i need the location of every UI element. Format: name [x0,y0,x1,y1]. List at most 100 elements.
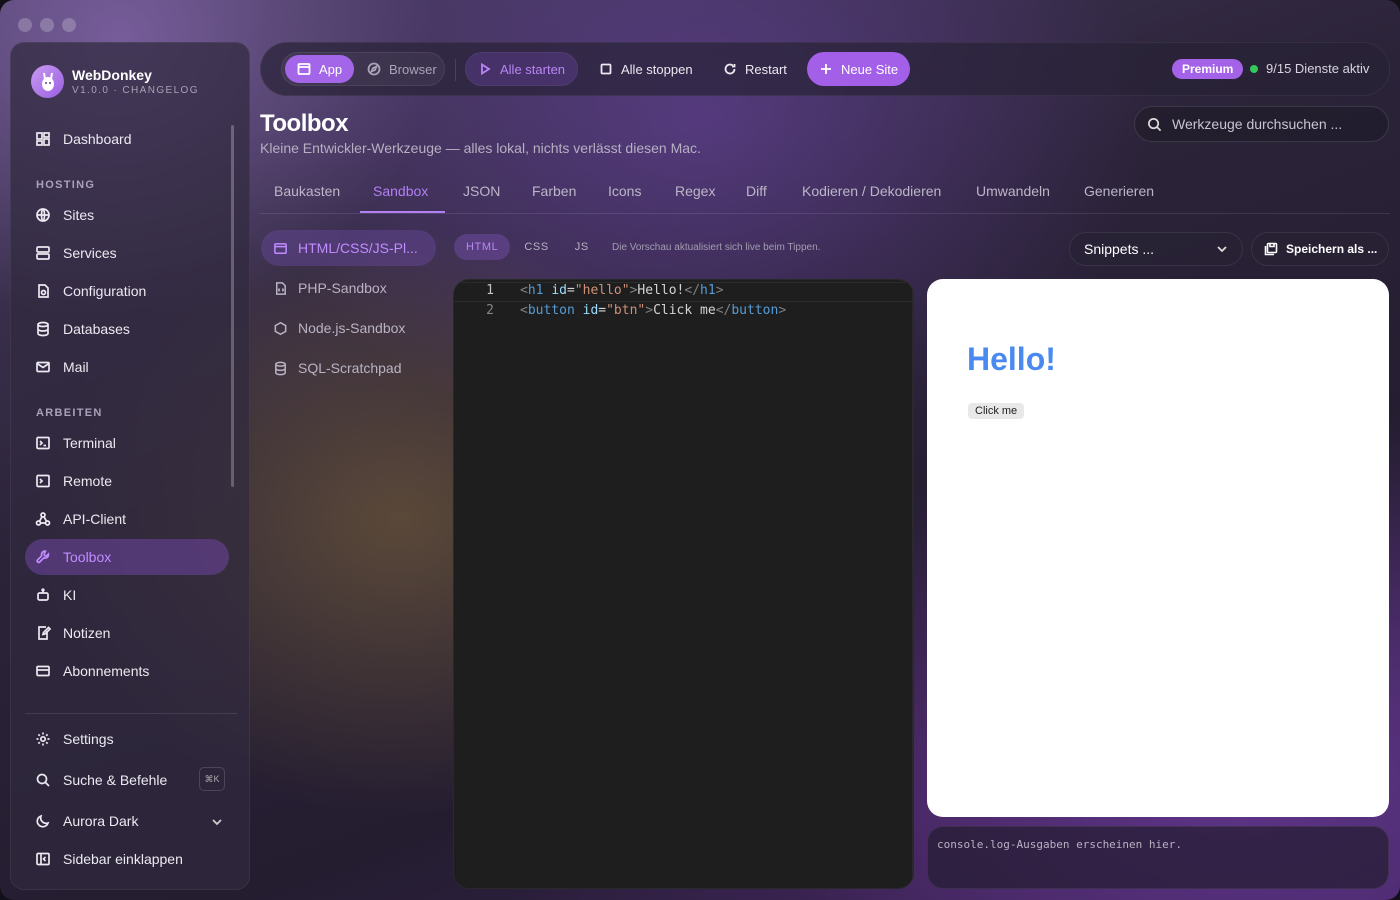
tab-json[interactable]: JSON [463,183,500,199]
sidebar-item-toolbox[interactable]: Toolbox [25,539,229,575]
sidebar-item-label: Notizen [63,625,111,641]
preview-heading: Hello! [967,341,1056,377]
window-controls [18,18,76,32]
tool-search-input[interactable] [1172,116,1372,132]
lang-tab-css[interactable]: CSS [512,234,560,260]
snippets-dropdown[interactable]: Snippets ... [1069,232,1243,266]
line-number: 1 [486,283,494,298]
tab-icons[interactable]: Icons [608,183,641,199]
php-file-icon [276,281,286,295]
services-status: 9/15 Dienste aktiv [1266,61,1370,76]
code-token: "btn" [606,303,646,318]
code-token: = [566,283,575,298]
sidebar-item-remote[interactable]: Remote [25,463,229,499]
sandbox-item-php[interactable]: PHP-Sandbox [261,270,436,306]
sidebar-item-databases[interactable]: Databases [25,311,229,347]
compass-icon [367,62,381,76]
file-settings-icon [38,284,49,298]
sidebar-item-configuration[interactable]: Configuration [25,273,229,309]
sidebar-scrollbar[interactable] [231,125,234,487]
section-label-hosting: HOSTING [36,179,96,191]
code-line[interactable]: <button id="btn">Click me</button> [520,303,786,318]
sidebar: WebDonkey V1.0.0 · CHANGELOG Dashboard H… [10,42,250,890]
stop-all-button[interactable]: Alle stoppen [587,52,705,86]
sandbox-item-label: Node.js-Sandbox [298,320,406,336]
database-icon [275,361,286,375]
card-icon [36,665,50,677]
donkey-logo-icon [31,65,64,98]
code-token: Hello! [637,283,685,298]
browser-mode-button[interactable]: Browser [355,52,449,86]
sidebar-item-notizen[interactable]: Notizen [25,615,229,651]
brand[interactable]: WebDonkey V1.0.0 · CHANGELOG [31,65,199,98]
editor-scrollbar[interactable] [912,280,913,888]
active-tab-indicator [360,211,445,213]
tab-kodieren[interactable]: Kodieren / Dekodieren [802,183,941,199]
sidebar-item-terminal[interactable]: Terminal [25,425,229,461]
sidebar-item-services[interactable]: Services [25,235,229,271]
sandbox-item-label: HTML/CSS/JS-Pl... [298,240,418,256]
premium-badge[interactable]: Premium [1172,59,1244,79]
sandbox-item-label: SQL-Scratchpad [298,360,402,376]
snippets-label: Snippets ... [1084,241,1155,257]
close-window-button[interactable] [18,18,32,32]
sidebar-item-abonnements[interactable]: Abonnements [25,653,229,689]
sidebar-item-label: KI [63,587,77,603]
mail-icon [36,361,50,373]
sandbox-item-html[interactable]: HTML/CSS/JS-Pl... [261,230,436,266]
app-name: WebDonkey [72,67,152,83]
tab-sandbox[interactable]: Sandbox [373,183,428,199]
sidebar-item-label: Sidebar einklappen [63,851,183,867]
sidebar-item-label: Settings [63,731,114,747]
tab-diff[interactable]: Diff [746,183,767,199]
sandbox-item-node[interactable]: Node.js-Sandbox [261,310,436,346]
wrench-icon [36,550,50,564]
lang-tab-js[interactable]: JS [563,234,601,260]
window-icon [274,242,287,254]
app-mode-button[interactable]: App [285,55,355,83]
database-icon [37,321,49,337]
new-site-button[interactable]: Neue Site [807,52,911,86]
terminal-icon [36,436,50,450]
restart-label: Restart [745,61,787,77]
moon-icon [36,814,50,828]
remote-terminal-icon [36,474,50,488]
search-icon [1148,117,1162,131]
app-version-changelog[interactable]: V1.0.0 · CHANGELOG [72,85,199,96]
start-all-label: Alle starten [500,61,566,77]
save-as-button[interactable]: Speichern als ... [1251,232,1389,266]
code-token: id [582,303,599,318]
minimize-window-button[interactable] [40,18,54,32]
sidebar-settings[interactable]: Settings [25,721,229,757]
note-icon [38,626,51,640]
save-as-label: Speichern als ... [1286,242,1378,256]
code-editor[interactable]: 1 <h1 id="hello">Hello!</h1> 2 <button i… [453,279,914,889]
tab-farben[interactable]: Farben [532,183,576,199]
tool-search[interactable] [1134,106,1389,142]
sidebar-item-label: Toolbox [63,549,112,565]
sidebar-item-sites[interactable]: Sites [25,197,229,233]
tab-regex[interactable]: Regex [675,183,715,199]
restart-button[interactable]: Restart [711,52,799,86]
tab-generieren[interactable]: Generieren [1084,183,1154,199]
sidebar-item-ki[interactable]: KI [25,577,229,613]
sidebar-divider [25,713,237,714]
tab-baukasten[interactable]: Baukasten [274,183,340,199]
zoom-window-button[interactable] [62,18,76,32]
sidebar-item-label: Services [63,245,117,261]
tab-umwandeln[interactable]: Umwandeln [976,183,1050,199]
lang-tab-html[interactable]: HTML [454,234,511,260]
sidebar-item-dashboard[interactable]: Dashboard [25,121,229,157]
theme-selector[interactable]: Aurora Dark [25,803,229,839]
sidebar-collapse[interactable]: Sidebar einklappen [25,841,229,877]
start-all-button[interactable]: Alle starten [465,52,579,86]
code-token: > [645,303,654,318]
sidebar-item-mail[interactable]: Mail [25,349,229,385]
refresh-icon [724,63,736,75]
code-line[interactable]: <h1 id="hello">Hello!</h1> [520,283,724,298]
sandbox-item-sql[interactable]: SQL-Scratchpad [261,350,436,386]
toolbox-tabs: Baukasten Sandbox JSON Farben Icons Rege… [260,174,1390,214]
sidebar-item-api-client[interactable]: API-Client [25,501,229,537]
preview-click-button[interactable]: Click me [968,403,1025,419]
sidebar-item-label: Terminal [63,435,116,451]
